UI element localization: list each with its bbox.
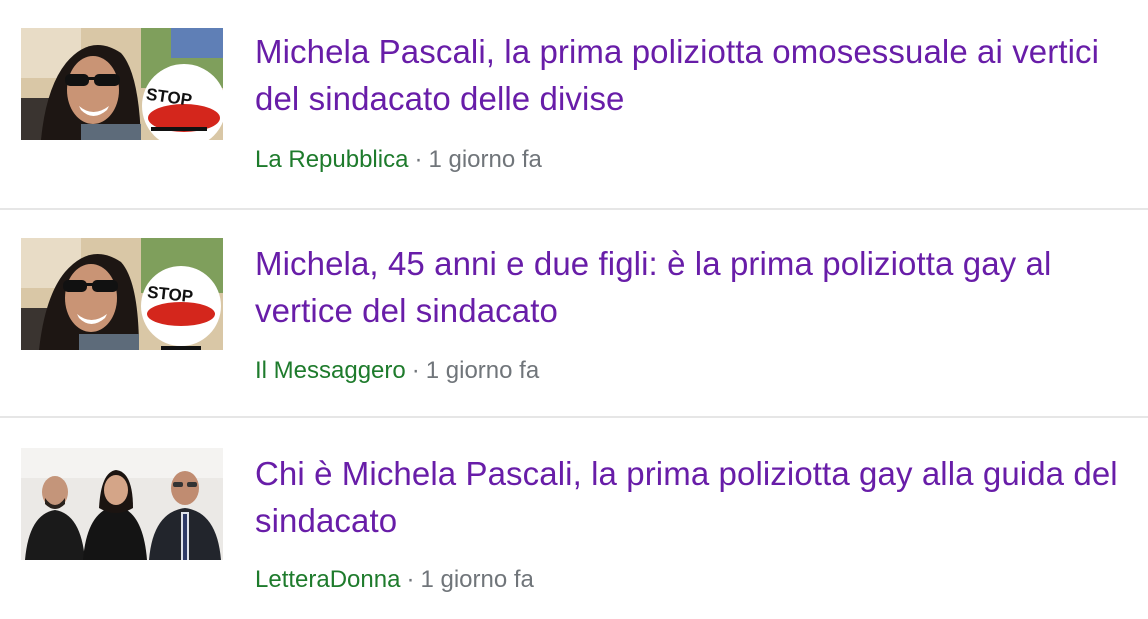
news-thumbnail-image[interactable]: STOP [21,238,223,350]
headline-link[interactable]: Michela, 45 anni e due figli: è la prima… [255,240,1135,334]
timestamp: 1 giorno fa [425,357,540,384]
result-meta: Il Messaggero · 1 giorno fa [255,355,539,387]
news-thumbnail-image[interactable] [21,448,223,560]
timestamp: 1 giorno fa [420,566,534,593]
meta-separator: · [406,566,415,593]
result-meta: La Repubblica · 1 giorno fa [255,144,542,176]
news-result-item: STOP Michela, 45 anni e due figli: è la … [0,208,1148,416]
news-result-item: STOP Michela Pascali, la prima poliziott… [0,0,1148,208]
news-result-item: Chi è Michela Pascali, la prima poliziot… [0,416,1148,619]
result-meta: LetteraDonna · 1 giorno fa [255,564,534,596]
headline-link[interactable]: Chi è Michela Pascali, la prima poliziot… [255,450,1135,544]
news-results-list: STOP Michela Pascali, la prima poliziott… [0,0,1148,619]
meta-separator: · [414,146,423,173]
source-name[interactable]: LetteraDonna [255,566,400,593]
meta-separator: · [411,357,420,384]
headline-link[interactable]: Michela Pascali, la prima poliziotta omo… [255,28,1135,122]
source-name[interactable]: Il Messaggero [255,357,406,384]
source-name[interactable]: La Repubblica [255,146,408,173]
news-thumbnail-image[interactable]: STOP [21,28,223,140]
timestamp: 1 giorno fa [428,146,542,173]
